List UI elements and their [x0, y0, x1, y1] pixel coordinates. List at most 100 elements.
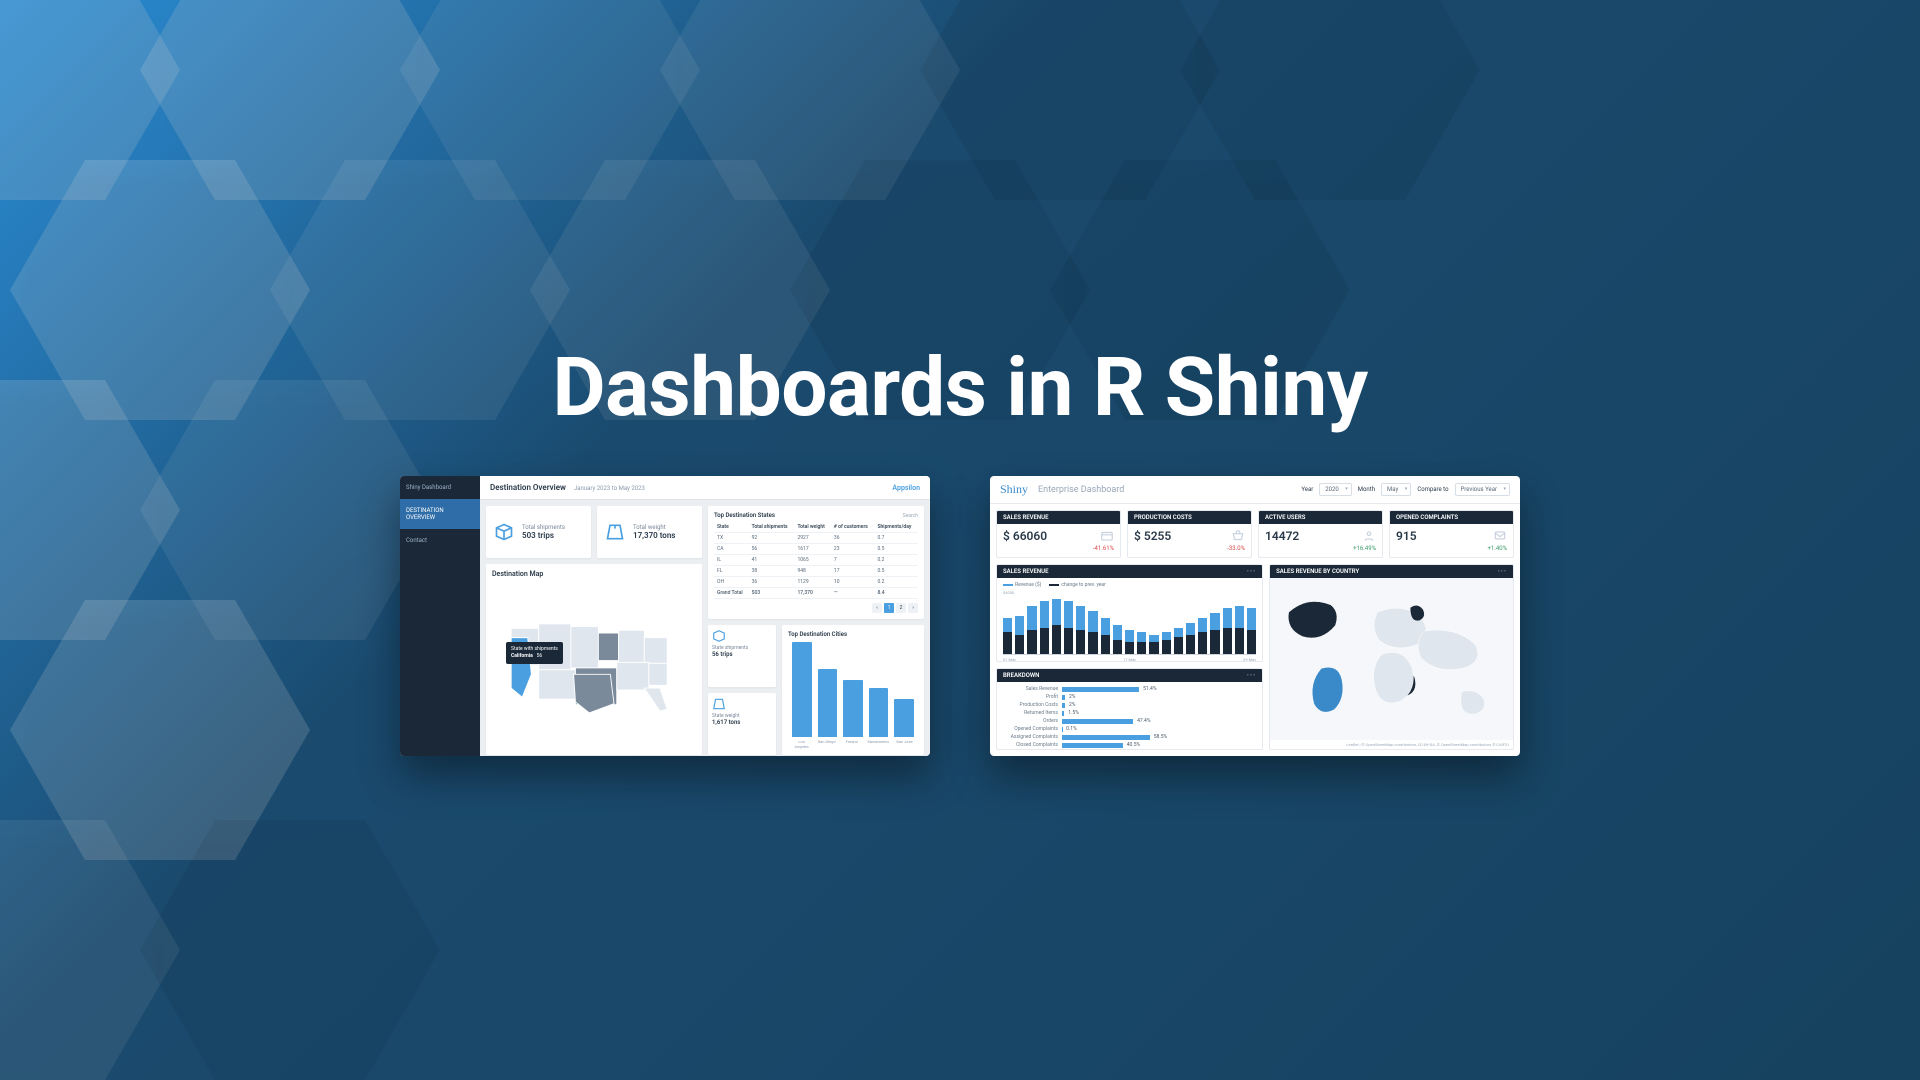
bar — [869, 688, 889, 737]
chart-bar — [1125, 630, 1134, 654]
brand-label: Appsilon — [892, 484, 920, 492]
chart-bar — [1210, 613, 1219, 654]
sidebar: Shiny Dashboard DESTINATION OVERVIEW Con… — [400, 476, 480, 756]
headline: Dashboards in R Shiny — [552, 340, 1367, 436]
chart-bar — [1186, 623, 1195, 654]
chart-bar — [1174, 628, 1183, 654]
box-icon — [492, 520, 516, 544]
panel-menu-icon[interactable]: ••• — [1247, 568, 1256, 575]
kpi-value: 14472 — [1265, 529, 1299, 543]
map-title: Destination Map — [492, 570, 696, 578]
world-map[interactable] — [1270, 578, 1513, 740]
year-select[interactable]: 2020 — [1319, 483, 1352, 496]
table-total-row: Grand Total50317,370—8.4 — [714, 588, 918, 599]
kpi-value: $ 66060 — [1003, 529, 1047, 543]
sidebar-item-home[interactable]: Shiny Dashboard — [400, 476, 480, 499]
breakdown-panel: BREAKDOWN ••• Sales Revenue 51.4%Profit … — [996, 668, 1263, 750]
page-header: Destination Overview January 2023 to May… — [480, 476, 930, 500]
table-header[interactable]: Total weight — [794, 522, 830, 533]
breakdown-row: Assigned Complaints 58.5% — [1003, 734, 1256, 740]
table-pager[interactable]: ‹12› — [714, 603, 918, 613]
table-header[interactable]: Shipments/day — [874, 522, 918, 533]
search-label[interactable]: Search — [903, 513, 918, 519]
month-select[interactable]: May — [1381, 483, 1411, 496]
chart-bar — [1052, 599, 1061, 654]
bar-label: Fresno — [842, 739, 861, 749]
kpi-card: SALES REVENUE $ 66060 -41.61% — [996, 510, 1121, 558]
page-title: Destination Overview — [490, 483, 566, 492]
breakdown-row: Orders 47.4% — [1003, 718, 1256, 724]
breakdown-row: Profit 2% — [1003, 694, 1256, 700]
bar-label: Sacramento — [867, 739, 889, 749]
kpi-row: SALES REVENUE $ 66060 -41.61% PRODUCTION… — [990, 504, 1520, 564]
chart-bar — [1149, 635, 1158, 654]
kpi-value: 915 — [1396, 529, 1417, 543]
chart-bar — [1040, 601, 1049, 654]
bar-label: Los Angeles — [792, 739, 811, 749]
table-row[interactable]: IL41106570.2 — [714, 555, 918, 566]
table-row[interactable]: TX922927360.7 — [714, 533, 918, 544]
year-label: Year — [1301, 486, 1313, 493]
kpi-icon — [1362, 529, 1376, 543]
breakdown-row: Closed Complaints 40.5% — [1003, 742, 1256, 748]
sidebar-item-destination[interactable]: DESTINATION OVERVIEW — [400, 499, 480, 529]
bar — [818, 669, 838, 737]
top-states-table: Top Destination States Search StateTotal… — [708, 506, 924, 619]
world-map-panel: SALES REVENUE BY COUNTRY ••• — [1269, 564, 1514, 750]
table-header[interactable]: # of customers — [831, 522, 875, 533]
mini-kpi-state-weight: State weight 1,617 tons — [708, 693, 776, 755]
sidebar-item-contact[interactable]: Contact — [400, 529, 480, 552]
bar — [894, 699, 914, 737]
kpi-card: OPENED COMPLAINTS 915 +1.40% — [1389, 510, 1514, 558]
kpi-card: PRODUCTION COSTS $ 5255 -33.0% — [1127, 510, 1252, 558]
table-header[interactable]: Total shipments — [749, 522, 795, 533]
kpi-value: 17,370 tons — [633, 531, 675, 540]
kpi-label: Total weight — [633, 524, 675, 531]
destination-dashboard: Shiny Dashboard DESTINATION OVERVIEW Con… — [400, 476, 930, 756]
mini-kpi-state-shipments: State shipments 56 trips — [708, 625, 776, 687]
kpi-value: $ 5255 — [1134, 529, 1171, 543]
shiny-logo: Shiny — [1000, 482, 1028, 497]
kpi-label: PRODUCTION COSTS — [1128, 511, 1251, 524]
kpi-label: SALES REVENUE — [997, 511, 1120, 524]
compare-select[interactable]: Previous Year — [1455, 483, 1510, 496]
kpi-icon — [1231, 529, 1245, 543]
table-row[interactable]: OH361129100.2 — [714, 577, 918, 588]
panel-menu-icon[interactable]: ••• — [1498, 568, 1507, 575]
table-row[interactable]: FL38948170.5 — [714, 566, 918, 577]
chart-bar — [1113, 625, 1122, 654]
chart-bar — [1015, 616, 1024, 654]
usa-map[interactable]: State with shipments California 56 — [492, 582, 696, 749]
breakdown-row: Sales Revenue 51.4% — [1003, 686, 1256, 692]
kpi-label: Total shipments — [522, 524, 565, 531]
kpi-label: ACTIVE USERS — [1259, 511, 1382, 524]
chart-bar — [1088, 611, 1097, 654]
table-title: Top Destination States — [714, 512, 775, 519]
box-icon — [712, 629, 726, 643]
kpi-total-shipments: Total shipments 503 trips — [486, 506, 591, 558]
table-header[interactable]: State — [714, 522, 749, 533]
chart-bar — [1223, 608, 1232, 654]
bar-label: San Diego — [817, 739, 836, 749]
chart-bar — [1137, 632, 1146, 654]
chart-bar — [1003, 618, 1012, 654]
kpi-icon — [1100, 529, 1114, 543]
bar-label: San Jose — [895, 739, 914, 749]
map-tooltip: State with shipments California 56 — [506, 642, 563, 664]
sales-revenue-chart: SALES REVENUE ••• Revenue ($) change to … — [996, 564, 1263, 662]
top-cities-chart: Top Destination Cities Los AngelesSan Di… — [782, 625, 924, 755]
breakdown-row: Production Costs 2% — [1003, 702, 1256, 708]
kpi-icon — [1493, 529, 1507, 543]
chart-bar — [1198, 618, 1207, 654]
kpi-value: 503 trips — [522, 531, 565, 540]
kpi-total-weight: Total weight 17,370 tons — [597, 506, 702, 558]
weight-icon — [603, 520, 627, 544]
header-bar: Shiny Enterprise Dashboard Year 2020 Mon… — [990, 476, 1520, 504]
map-credit: Leaflet | © OpenStreetMap contributors, … — [1270, 740, 1513, 749]
kpi-delta: -33.0% — [1227, 545, 1245, 552]
compare-label: Compare to — [1417, 486, 1448, 493]
table-row[interactable]: CA561617230.5 — [714, 544, 918, 555]
panel-menu-icon[interactable]: ••• — [1247, 672, 1256, 679]
chart-bar — [1235, 606, 1244, 654]
weight-icon — [712, 697, 726, 711]
